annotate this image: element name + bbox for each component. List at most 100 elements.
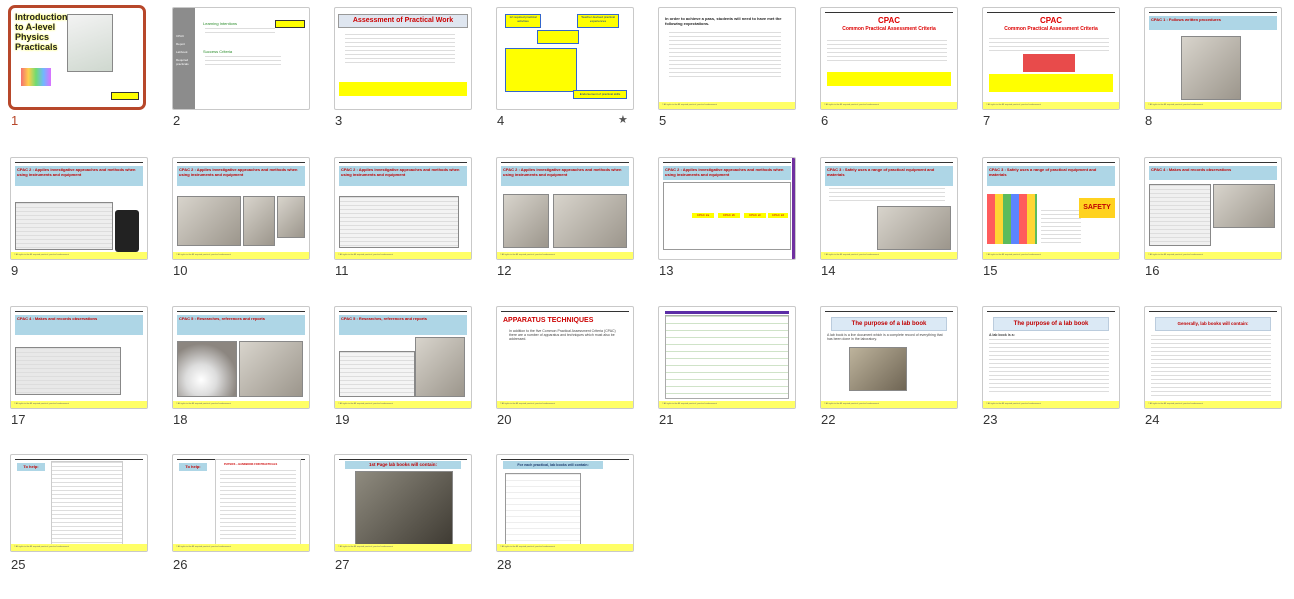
slide-title: Generally, lab books will contain: xyxy=(1155,317,1271,331)
slide-thumbnail[interactable]: Generally, lab books will contain: © All… xyxy=(1142,303,1282,451)
slide-thumbnail[interactable]: Assessment of Practical Work 3 xyxy=(332,4,472,152)
slide-preview[interactable]: CPAC 2 : Applies investigative approache… xyxy=(658,157,796,260)
side-item: CPAC xyxy=(176,34,185,38)
table-header: CPAC 2c xyxy=(744,213,766,218)
slide-thumbnail[interactable]: 12 required practical activities Teacher… xyxy=(494,4,634,152)
document-image: PHYSICS – HANDBOOK FOR PRACTICALS xyxy=(215,459,301,547)
info-box xyxy=(505,48,577,92)
document-image xyxy=(505,473,581,547)
slide-preview[interactable]: CPAC 2 : Applies investigative approache… xyxy=(334,157,472,260)
slide-image xyxy=(239,341,303,397)
info-box: 12 required practical activities xyxy=(505,14,541,28)
slide-preview[interactable]: APPARATUS TECHNIQUES In addition to the … xyxy=(496,306,634,409)
slide-footer: © All rights to the AS required practica… xyxy=(335,401,471,408)
slide-preview[interactable]: CPAC 3 : Safely uses a range of practica… xyxy=(820,157,958,260)
slide-thumbnail[interactable]: CPAC Report Labbook Required practicals … xyxy=(170,4,310,152)
slide-preview[interactable]: Assessment of Practical Work xyxy=(334,7,472,110)
slide-title: CPAC xyxy=(877,16,901,25)
slide-thumbnail[interactable]: The purpose of a lab book A lab book is … xyxy=(818,303,958,451)
slide-preview[interactable]: To help: PHYSICS – HANDBOOK FOR PRACTICA… xyxy=(172,454,310,552)
slide-footer: © All rights to the AS required practica… xyxy=(11,544,147,551)
slide-thumbnail[interactable]: CPAC 2 : Applies investigative approache… xyxy=(8,154,148,302)
slide-subtitle: Common Practical Assessment Criteria xyxy=(842,26,936,32)
slide-preview[interactable]: Generally, lab books will contain: © All… xyxy=(1144,306,1282,409)
slide-image xyxy=(503,194,549,248)
slide-thumbnail[interactable]: CPAC 4 : Makes and records observations … xyxy=(1142,154,1282,302)
slide-thumbnail[interactable]: CPAC 4 : Makes and records observations … xyxy=(8,303,148,451)
slide-preview[interactable]: CPAC 5 : Researches, references and repo… xyxy=(334,306,472,409)
side-item: Required practicals xyxy=(176,58,189,66)
slide-label xyxy=(275,20,305,28)
table-header xyxy=(665,311,789,314)
slide-header: CPAC 5 : Researches, references and repo… xyxy=(177,315,305,335)
slide-highlight xyxy=(339,82,467,96)
slide-thumbnail[interactable]: CPAC 2 : Applies investigative approache… xyxy=(656,154,796,302)
slide-preview[interactable]: CPAC 1 : Follows written procedures © Al… xyxy=(1144,7,1282,110)
slide-preview[interactable]: CPAC Common Practical Assessment Criteri… xyxy=(820,7,958,110)
slide-thumbnail[interactable]: © All rights to the AS required practica… xyxy=(656,303,796,451)
slide-preview[interactable]: CPAC 2 : Applies investigative approache… xyxy=(10,157,148,260)
slide-number: 11 xyxy=(335,263,349,278)
slide-preview[interactable]: © All rights to the AS required practica… xyxy=(658,306,796,409)
slide-preview[interactable]: CPAC 4 : Makes and records observations … xyxy=(10,306,148,409)
slide-preview[interactable]: CPAC 2 : Applies investigative approache… xyxy=(172,157,310,260)
slide-preview[interactable]: CPAC 4 : Makes and records observations … xyxy=(1144,157,1282,260)
lab-book-image xyxy=(849,347,907,391)
slide-thumbnail[interactable]: To help: © All rights to the AS required… xyxy=(8,451,148,599)
slide-text xyxy=(989,38,1109,52)
slide-thumbnail[interactable]: CPAC 2 : Applies investigative approache… xyxy=(332,154,472,302)
slide-number: 26 xyxy=(173,557,188,572)
slide-thumbnail[interactable]: CPAC 3 : Safely uses a range of practica… xyxy=(980,154,1120,302)
slide-preview[interactable]: For each practical, lab books will conta… xyxy=(496,454,634,552)
slide-thumbnail[interactable]: 1st Page lab books will contain: © All r… xyxy=(332,451,472,599)
slide-title: APPARATUS TECHNIQUES xyxy=(503,317,594,324)
slide-thumbnail[interactable]: To help: PHYSICS – HANDBOOK FOR PRACTICA… xyxy=(170,451,310,599)
slide-footer: © All rights to the AS required practica… xyxy=(11,252,147,259)
slide-thumbnail[interactable]: CPAC 3 : Safely uses a range of practica… xyxy=(818,154,958,302)
slide-footer: © All rights to the AS required practica… xyxy=(497,401,633,408)
slide-preview[interactable]: 12 required practical activities Teacher… xyxy=(496,7,634,110)
slide-preview[interactable]: The purpose of a lab book A lab book is … xyxy=(820,306,958,409)
slide-thumbnail[interactable]: In order to achieve a pass, students wil… xyxy=(656,4,796,152)
star-icon: ★ xyxy=(618,114,628,126)
slide-preview[interactable]: To help: © All rights to the AS required… xyxy=(10,454,148,552)
slide-footer: © All rights to the AS required practica… xyxy=(1145,102,1281,109)
slide-preview[interactable]: CPAC 2 : Applies investigative approache… xyxy=(496,157,634,260)
slide-number: 4 xyxy=(497,113,505,128)
slide-thumbnail[interactable]: CPAC 2 : Applies investigative approache… xyxy=(494,154,634,302)
slide-thumbnail[interactable]: CPAC 5 : Researches, references and repo… xyxy=(170,303,310,451)
slide-thumbnail[interactable]: CPAC Common Practical Assessment Criteri… xyxy=(818,4,958,152)
slide-preview[interactable]: Introduction to A-level Physics Practica… xyxy=(8,5,146,110)
slide-thumbnail[interactable]: The purpose of a lab book A lab book is … xyxy=(980,303,1120,451)
slide-preview[interactable]: CPAC 3 : Safely uses a range of practica… xyxy=(982,157,1120,260)
table-header: CPAC 2b xyxy=(718,213,740,218)
side-item: Labbook xyxy=(176,50,188,54)
slide-preview[interactable]: CPAC Common Practical Assessment Criteri… xyxy=(982,7,1120,110)
slide-preview[interactable]: In order to achieve a pass, students wil… xyxy=(658,7,796,110)
slide-image xyxy=(243,196,275,246)
lab-book-image xyxy=(355,471,453,545)
slide-number: 5 xyxy=(659,113,667,128)
slide-preview[interactable]: CPAC 5 : Researches, references and repo… xyxy=(172,306,310,409)
slide-thumbnail[interactable]: CPAC 2 : Applies investigative approache… xyxy=(170,154,310,302)
slide-image xyxy=(177,196,241,246)
slide-text xyxy=(989,339,1109,395)
table-header: CPAC 2d xyxy=(768,213,788,218)
slide-header: CPAC 3 : Safely uses a range of practica… xyxy=(825,166,953,186)
slide-text xyxy=(205,28,275,36)
slide-thumbnail[interactable]: CPAC Common Practical Assessment Criteri… xyxy=(980,4,1120,152)
techniques-table xyxy=(665,315,789,399)
slide-thumbnail[interactable]: APPARATUS TECHNIQUES In addition to the … xyxy=(494,303,634,451)
slide-thumbnail[interactable]: CPAC 5 : Researches, references and repo… xyxy=(332,303,472,451)
slide-thumbnail[interactable]: For each practical, lab books will conta… xyxy=(494,451,634,599)
slide-highlight xyxy=(989,74,1113,92)
slide-preview[interactable]: CPAC Report Labbook Required practicals … xyxy=(172,7,310,110)
slide-footer: © All rights to the AS required practica… xyxy=(497,252,633,259)
slide-number: 3 xyxy=(335,113,343,128)
slide-thumbnail[interactable]: CPAC 1 : Follows written procedures © Al… xyxy=(1142,4,1282,152)
slide-thumbnail[interactable]: Introduction to A-level Physics Practica… xyxy=(8,4,148,152)
slide-preview[interactable]: 1st Page lab books will contain: © All r… xyxy=(334,454,472,552)
slide-header: CPAC 2 : Applies investigative approache… xyxy=(339,166,467,186)
slide-preview[interactable]: The purpose of a lab book A lab book is … xyxy=(982,306,1120,409)
slide-number: 21 xyxy=(659,412,674,427)
